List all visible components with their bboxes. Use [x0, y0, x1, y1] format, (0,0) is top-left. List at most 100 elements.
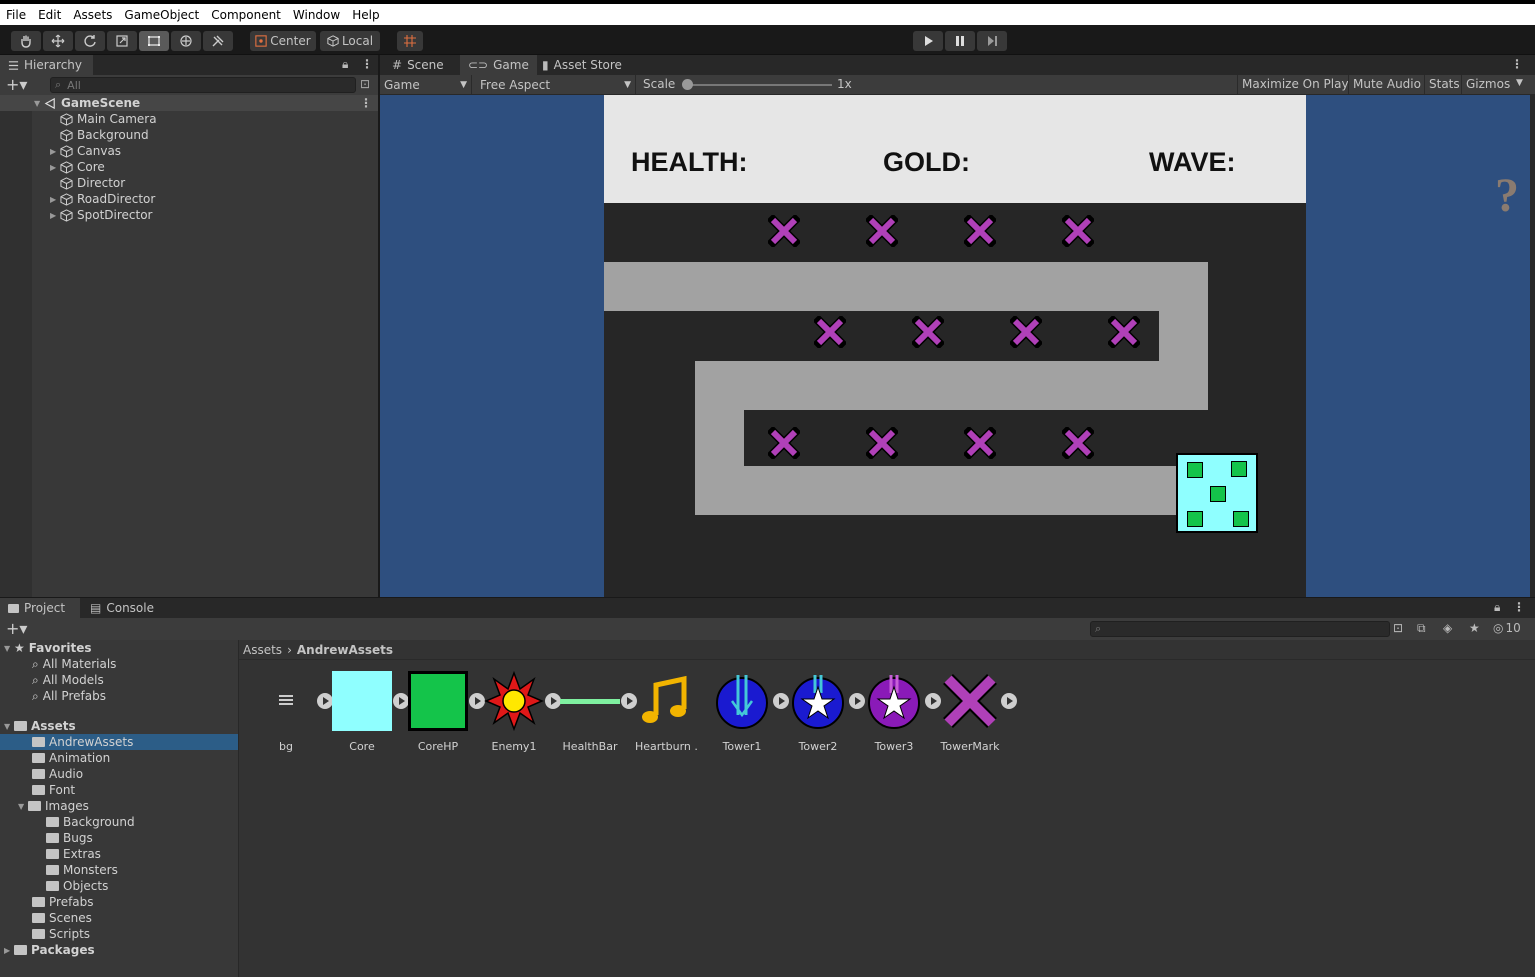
menu-assets[interactable]: Assets	[67, 8, 118, 22]
folder-item[interactable]: Scenes	[0, 910, 238, 926]
gizmos-chevron-down-icon[interactable]: ▼	[1516, 78, 1523, 88]
expand-asset-button[interactable]	[1001, 693, 1017, 709]
expand-arrow-icon[interactable]: ▶	[50, 211, 60, 220]
favorite-item[interactable]: ⌕ All Materials	[0, 656, 238, 672]
menu-file[interactable]: File	[0, 8, 32, 22]
project-search-input[interactable]: ⌕	[1090, 621, 1390, 637]
asset-item-enemy1[interactable]: Enemy1	[483, 670, 561, 753]
hierarchy-item[interactable]: ▶ Core	[0, 159, 378, 175]
tower-mark-icon[interactable]	[1062, 427, 1094, 459]
folder-item[interactable]: Extras	[0, 846, 238, 862]
hand-tool-button[interactable]	[11, 31, 41, 51]
menu-component[interactable]: Component	[205, 8, 287, 22]
search-mode-icon[interactable]: ⊡	[1393, 621, 1403, 635]
hierarchy-item[interactable]: ▶ Canvas	[0, 143, 378, 159]
tower-mark-icon[interactable]	[1010, 316, 1042, 348]
grid-snap-button[interactable]	[397, 31, 423, 51]
packages-root-row[interactable]: ▶ Packages	[0, 942, 238, 958]
tower-mark-icon[interactable]	[768, 215, 800, 247]
folder-item[interactable]: Monsters	[0, 862, 238, 878]
asset-item-bg[interactable]: bg	[255, 670, 333, 753]
expand-arrow-icon[interactable]: ▼	[4, 722, 14, 731]
tower-mark-icon[interactable]	[964, 427, 996, 459]
lock-icon[interactable]: 🔒︎	[342, 57, 348, 72]
tab-project[interactable]: Project	[0, 598, 80, 618]
hierarchy-item[interactable]: Director	[0, 175, 378, 191]
expand-arrow-icon[interactable]: ▼	[34, 99, 44, 108]
display-dropdown[interactable]: Game ▼	[380, 75, 472, 94]
expand-arrow-icon[interactable]: ▼	[18, 802, 28, 811]
play-button[interactable]	[913, 31, 943, 51]
tab-scene[interactable]: # Scene	[384, 55, 452, 75]
hierarchy-search-input[interactable]: ⌕ All	[50, 77, 356, 93]
lock-icon[interactable]: 🔒︎	[1494, 600, 1500, 615]
menu-edit[interactable]: Edit	[32, 8, 67, 22]
expand-arrow-icon[interactable]: ▶	[50, 147, 60, 156]
scale-tool-button[interactable]	[107, 31, 137, 51]
favorite-item[interactable]: ⌕ All Prefabs	[0, 688, 238, 704]
folder-item[interactable]: Bugs	[0, 830, 238, 846]
rect-tool-button[interactable]	[139, 31, 169, 51]
folder-item[interactable]: Objects	[0, 878, 238, 894]
favorites-row[interactable]: ▼ ★ Favorites	[0, 640, 238, 656]
breadcrumb-root[interactable]: Assets	[243, 643, 282, 657]
stats-toggle[interactable]: Stats	[1424, 75, 1464, 94]
menu-gameobject[interactable]: GameObject	[118, 8, 205, 22]
scale-slider-thumb[interactable]	[682, 79, 693, 90]
tab-console[interactable]: ▤ Console	[82, 598, 162, 618]
hierarchy-item[interactable]: ▶ RoadDirector	[0, 191, 378, 207]
asset-item-towermark[interactable]: TowerMark	[939, 670, 1017, 753]
asset-item-tower3[interactable]: Tower3	[863, 670, 941, 753]
asset-item-healthbar[interactable]: HealthBar	[559, 670, 637, 753]
tower-mark-icon[interactable]	[1062, 215, 1094, 247]
tower-mark-icon[interactable]	[964, 215, 996, 247]
scene-menu-icon[interactable]: ⋮	[360, 96, 372, 110]
step-button[interactable]	[977, 31, 1007, 51]
tower-mark-icon[interactable]	[866, 215, 898, 247]
tower-mark-icon[interactable]	[814, 316, 846, 348]
create-plus-icon[interactable]: +▾	[6, 619, 27, 638]
hierarchy-item[interactable]: Background	[0, 127, 378, 143]
filter-by-type-icon[interactable]: ⧉	[1417, 621, 1426, 636]
menu-window[interactable]: Window	[287, 8, 346, 22]
breadcrumb-current[interactable]: AndrewAssets	[297, 643, 393, 657]
maximize-on-play-toggle[interactable]: Maximize On Play	[1237, 75, 1353, 94]
rotate-tool-button[interactable]	[75, 31, 105, 51]
hidden-packages-toggle[interactable]: ◎ 10	[1493, 621, 1521, 635]
assets-root-row[interactable]: ▼ Assets	[0, 718, 238, 734]
asset-item-corehp[interactable]: CoreHP	[407, 670, 485, 753]
folder-item[interactable]: Prefabs	[0, 894, 238, 910]
folder-item[interactable]: Font	[0, 782, 238, 798]
kebab-menu-icon[interactable]: ⋮	[361, 57, 373, 71]
menu-help[interactable]: Help	[346, 8, 385, 22]
tab-asset-store[interactable]: ▮ Asset Store	[534, 55, 630, 75]
tower-mark-icon[interactable]	[866, 427, 898, 459]
tower-mark-icon[interactable]	[912, 316, 944, 348]
folder-item-andrewassets[interactable]: AndrewAssets	[0, 734, 238, 750]
create-plus-icon[interactable]: +▾	[6, 75, 27, 94]
asset-item-tower2[interactable]: Tower2	[787, 670, 865, 753]
pivot-center-toggle[interactable]: Center	[250, 31, 316, 51]
tab-hierarchy[interactable]: Hierarchy	[0, 55, 93, 75]
space-local-toggle[interactable]: Local	[320, 31, 380, 51]
folder-item[interactable]: Background	[0, 814, 238, 830]
expand-arrow-icon[interactable]: ▶	[50, 195, 60, 204]
asset-item-tower1[interactable]: Tower1	[711, 670, 789, 753]
hierarchy-item[interactable]: ▶ SpotDirector	[0, 207, 378, 223]
search-mode-icon[interactable]: ⊡	[360, 77, 370, 91]
expand-arrow-icon[interactable]: ▶	[50, 163, 60, 172]
scale-slider[interactable]	[682, 79, 832, 90]
asset-item-heartburn[interactable]: Heartburn ...	[635, 670, 697, 753]
tab-game[interactable]: ⊂⊃ Game	[460, 55, 537, 75]
mute-audio-toggle[interactable]: Mute Audio	[1348, 75, 1425, 94]
kebab-menu-icon[interactable]: ⋮	[1513, 600, 1525, 614]
tower-mark-icon[interactable]	[768, 427, 800, 459]
move-tool-button[interactable]	[43, 31, 73, 51]
folder-item[interactable]: Audio	[0, 766, 238, 782]
expand-arrow-icon[interactable]: ▼	[4, 644, 14, 653]
hierarchy-item[interactable]: Main Camera	[0, 111, 378, 127]
custom-tool-button[interactable]	[203, 31, 233, 51]
scene-row[interactable]: ▼ GameScene ⋮	[0, 95, 378, 111]
aspect-dropdown[interactable]: Free Aspect ▼	[476, 75, 636, 94]
kebab-menu-icon[interactable]: ⋮	[1511, 57, 1523, 71]
